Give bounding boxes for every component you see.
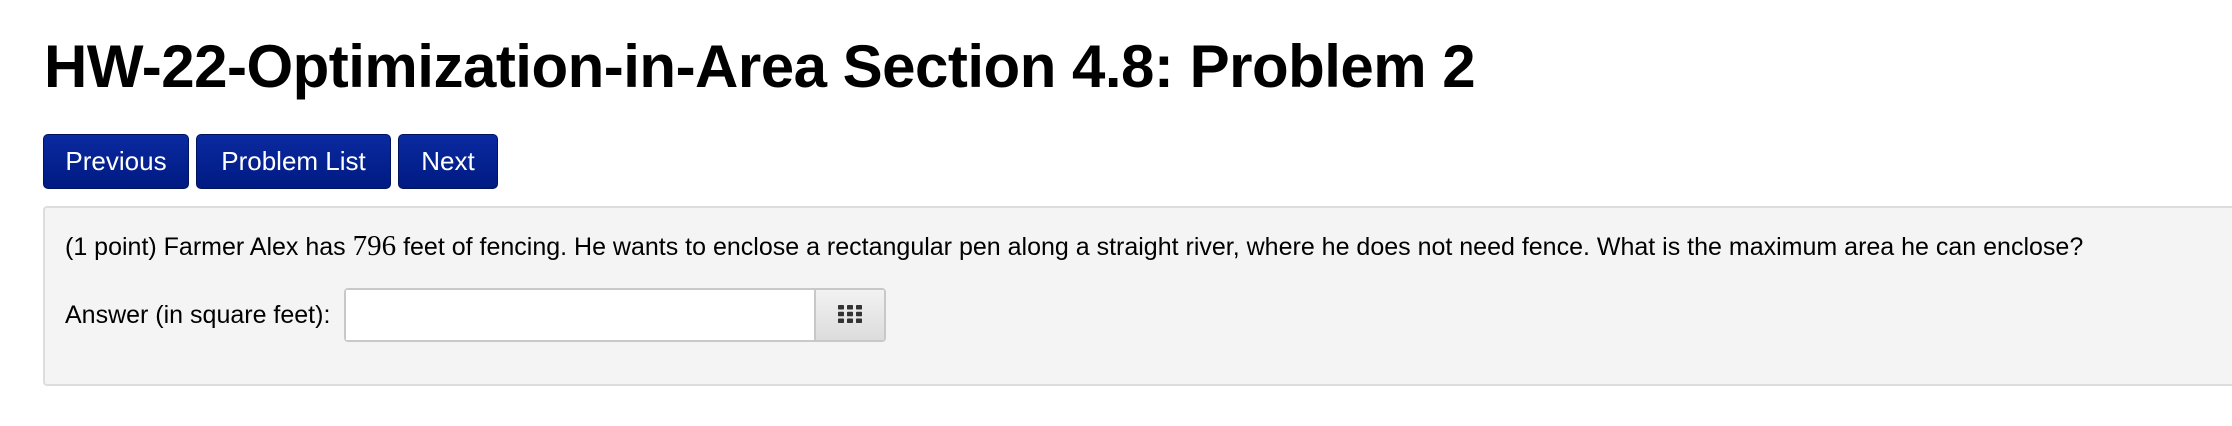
grid-icon xyxy=(838,304,863,326)
fencing-amount: 796 xyxy=(352,230,397,262)
problem-statement: (1 point) Farmer Alex has 796 feet of fe… xyxy=(65,228,2083,265)
problem-panel: (1 point) Farmer Alex has 796 feet of fe… xyxy=(43,206,2232,386)
answer-input[interactable] xyxy=(346,290,815,340)
answer-label: Answer (in square feet): xyxy=(65,301,331,329)
next-button[interactable]: Next xyxy=(398,134,498,189)
answer-input-group xyxy=(344,288,887,342)
answer-row: Answer (in square feet): xyxy=(65,288,887,342)
problem-points: (1 point) xyxy=(65,233,157,261)
equation-palette-button[interactable] xyxy=(814,290,885,340)
page: HW-22-Optimization-in-Area Section 4.8: … xyxy=(0,0,2232,426)
problem-nav: Previous Problem List Next xyxy=(43,134,498,189)
page-title: HW-22-Optimization-in-Area Section 4.8: … xyxy=(44,33,1476,100)
problem-list-button[interactable]: Problem List xyxy=(196,134,391,189)
problem-text-before: Farmer Alex has xyxy=(156,233,353,261)
problem-text-after: feet of fencing. He wants to enclose a r… xyxy=(396,233,2084,261)
previous-button[interactable]: Previous xyxy=(43,134,189,189)
